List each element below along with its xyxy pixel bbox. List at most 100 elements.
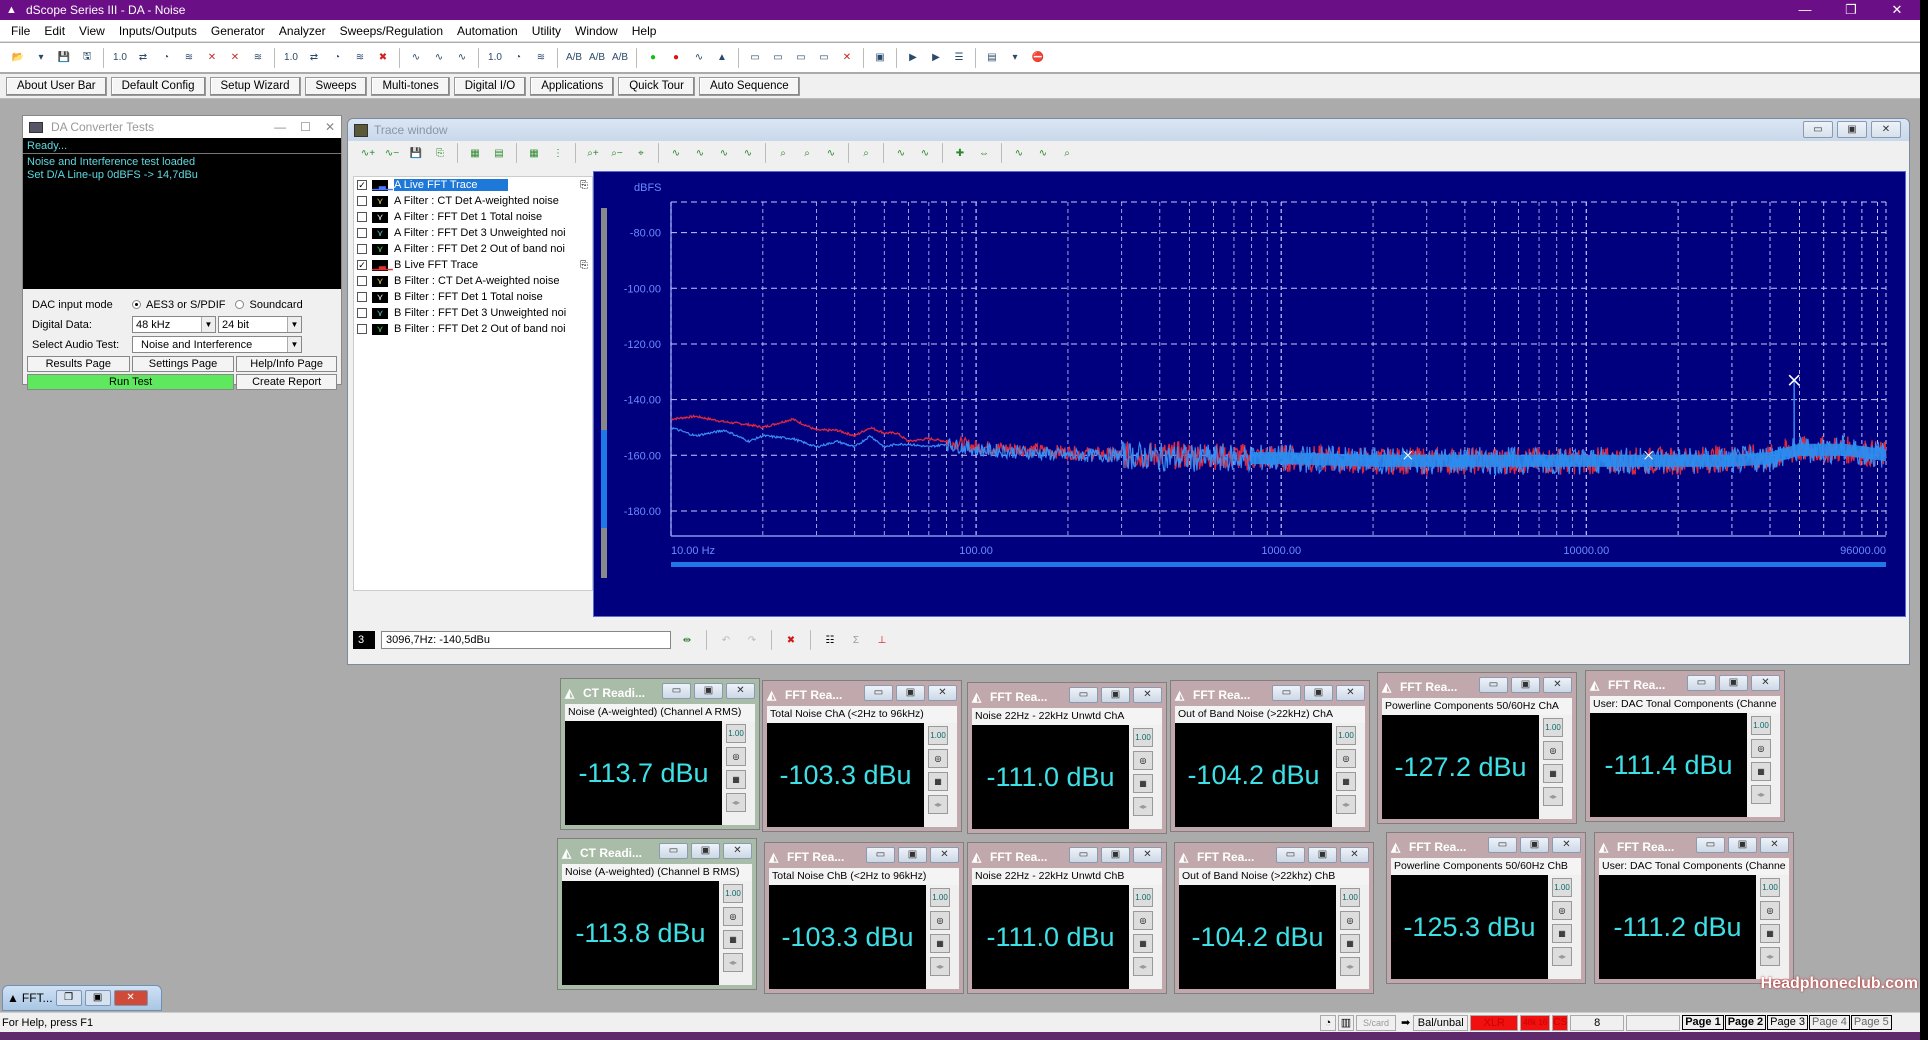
readout-meter-icon[interactable]: ◎ (1751, 739, 1771, 758)
readout-meter-icon[interactable]: ◎ (1133, 751, 1153, 770)
trace-compare-icon-1[interactable]: ∿ (1009, 143, 1029, 163)
readout-minimize-button[interactable]: ▭ (1069, 687, 1098, 703)
readout-meter-icon[interactable]: ◎ (930, 911, 950, 930)
menu-utility[interactable]: Utility (525, 24, 568, 38)
readout-close-button[interactable]: ✕ (1543, 677, 1572, 693)
waveform-off-icon[interactable]: ∿ (429, 48, 449, 68)
run-test-button[interactable]: Run Test (27, 374, 235, 390)
analyzer-level-icon[interactable]: 1.0 (485, 48, 505, 68)
trace-minimize-button[interactable]: ▭ (1803, 121, 1833, 138)
readout-edit-icon[interactable]: ▦ (1751, 762, 1771, 781)
readout-close-button[interactable]: ✕ (1760, 837, 1789, 853)
readout-arrows-icon[interactable]: ◂▸ (726, 793, 746, 812)
save-trace-icon[interactable]: 💾 (406, 143, 426, 163)
readout-format-icon[interactable]: 1.00 (723, 884, 743, 903)
userbar-multi-tones-button[interactable]: Multi-tones (371, 76, 450, 96)
readout-format-icon[interactable]: 1.00 (928, 726, 948, 745)
readout-format-icon[interactable]: 1.00 (930, 888, 950, 907)
page-tab-1[interactable]: Page 1 (1682, 1015, 1724, 1030)
trace-checkbox[interactable] (357, 308, 367, 318)
readout-edit-icon[interactable]: ▦ (723, 930, 743, 949)
trace-checkbox[interactable] (357, 212, 367, 222)
zoom-all-icon[interactable]: ⌕ (856, 143, 876, 163)
bit-depth-select[interactable]: 24 bit ▼ (218, 316, 302, 333)
readout-maximize-button[interactable]: ▣ (1511, 677, 1540, 693)
sweep-icon[interactable]: ∿ (689, 48, 709, 68)
readout-format-icon[interactable]: 1.00 (1552, 878, 1572, 897)
cursor-readout-field[interactable]: 3096,7Hz: -140,5dBu (381, 631, 671, 649)
channel-ab-icon-3[interactable]: A/B (610, 48, 630, 68)
trace-checkbox[interactable] (357, 196, 367, 206)
readout-format-icon[interactable]: 1.00 (726, 724, 746, 743)
userbar-quick-tour-button[interactable]: Quick Tour (618, 76, 695, 96)
output-filter-icon[interactable]: ≋ (179, 48, 199, 68)
trace-list-item[interactable]: ⋎ A Filter : CT Det A-weighted noise (354, 193, 592, 209)
menu-sweeps-regulation[interactable]: Sweeps/Regulation (333, 24, 450, 38)
readout-edit-icon[interactable]: ▦ (1133, 774, 1153, 793)
input-meter-icon[interactable]: ◔ (327, 48, 347, 68)
readout-format-icon[interactable]: 1.00 (1340, 888, 1360, 907)
readout-close-button[interactable]: ✕ (1133, 687, 1162, 703)
settings-page-button[interactable]: Settings Page (131, 356, 235, 372)
page-tab-2[interactable]: Page 2 (1724, 1015, 1767, 1030)
trace-style-icon-2[interactable]: ∿ (690, 143, 710, 163)
trace-compare-icon-3[interactable]: ⌕ (1057, 143, 1077, 163)
readout-minimize-button[interactable]: ▭ (1276, 847, 1305, 863)
output-off-icon[interactable]: ✕ (202, 48, 222, 68)
readout-edit-icon[interactable]: ▦ (1760, 924, 1780, 943)
menu-inputs-outputs[interactable]: Inputs/Outputs (112, 24, 204, 38)
input-filter-icon[interactable]: ≋ (350, 48, 370, 68)
input-level-icon[interactable]: 1.0 (281, 48, 301, 68)
page-tab-3[interactable]: Page 3 (1767, 1015, 1809, 1030)
undo-cursor-icon[interactable]: ↶ (716, 630, 736, 650)
link-icon-4[interactable]: ▭ (814, 48, 834, 68)
readout-format-icon[interactable]: 1.00 (1760, 878, 1780, 897)
readout-arrows-icon[interactable]: ◂▸ (1760, 947, 1780, 966)
readout-minimize-button[interactable]: ▭ (1687, 675, 1716, 691)
trace-maximize-button[interactable]: ▣ (1837, 121, 1867, 138)
readout-maximize-button[interactable]: ▣ (1308, 847, 1337, 863)
sum-icon[interactable]: Σ (846, 630, 866, 650)
readout-maximize-button[interactable]: ▣ (898, 847, 927, 863)
trace-checkbox[interactable] (357, 324, 367, 334)
readout-arrows-icon[interactable]: ◂▸ (1552, 947, 1572, 966)
readout-edit-icon[interactable]: ▦ (930, 934, 950, 953)
readout-maximize-button[interactable]: ▣ (1101, 847, 1130, 863)
menu-edit[interactable]: Edit (37, 24, 72, 38)
readout-maximize-button[interactable]: ▣ (1101, 687, 1130, 703)
userbar-applications-button[interactable]: Applications (530, 76, 615, 96)
readout-format-icon[interactable]: 1.00 (1751, 716, 1771, 735)
trace-shift-icon-2[interactable]: ∿ (915, 143, 935, 163)
help-info-page-button[interactable]: Help/Info Page (236, 356, 337, 372)
copy-trace-icon[interactable]: ⎘ (580, 180, 588, 191)
cursor-chart-icon[interactable]: ⊥ (872, 630, 892, 650)
readout-close-button[interactable]: ✕ (930, 847, 959, 863)
readout-minimize-button[interactable]: ▭ (1488, 837, 1517, 853)
menu-window[interactable]: Window (568, 24, 625, 38)
trace-list-item[interactable]: ⋎ A Filter : FFT Det 2 Out of band noi (354, 241, 592, 257)
marker-clear-icon[interactable]: ✕ (837, 48, 857, 68)
userbar-setup-wizard-button[interactable]: Setup Wizard (209, 76, 301, 96)
trace-list-item[interactable]: ⋎ B Filter : CT Det A-weighted noise (354, 273, 592, 289)
page-tab-5[interactable]: Page 5 (1850, 1015, 1892, 1030)
readout-maximize-button[interactable]: ▣ (694, 683, 723, 699)
readout-arrows-icon[interactable]: ◂▸ (1543, 787, 1563, 806)
readout-edit-icon[interactable]: ▦ (1543, 764, 1563, 783)
dropdown-arrow-icon[interactable]: ▾ (31, 48, 51, 68)
trace-style-icon-1[interactable]: ∿ (666, 143, 686, 163)
delete-cursors-icon[interactable]: ✖ (781, 630, 801, 650)
readout-edit-icon[interactable]: ▦ (928, 772, 948, 791)
readout-arrows-icon[interactable]: ◂▸ (1336, 795, 1356, 814)
numeric-view-icon[interactable]: ⋮ (548, 143, 568, 163)
readout-arrows-icon[interactable]: ◂▸ (1340, 957, 1360, 976)
play-script-icon[interactable]: ▶ (903, 48, 923, 68)
cursor-list-icon[interactable]: ☷ (820, 630, 840, 650)
trace-checkbox[interactable] (357, 228, 367, 238)
trace-list-item[interactable]: ⋎ A Filter : FFT Det 3 Unweighted noi (354, 225, 592, 241)
open-folder-icon[interactable]: 📂 (8, 48, 28, 68)
readout-format-icon[interactable]: 1.00 (1133, 728, 1153, 747)
results-page-button[interactable]: Results Page (27, 356, 130, 372)
output-mute-icon[interactable]: ✕ (225, 48, 245, 68)
userbar-sweeps-button[interactable]: Sweeps (304, 76, 368, 96)
minimized-fft-window[interactable]: ▲ FFT... ❐ ▣ ✕ (2, 985, 162, 1011)
